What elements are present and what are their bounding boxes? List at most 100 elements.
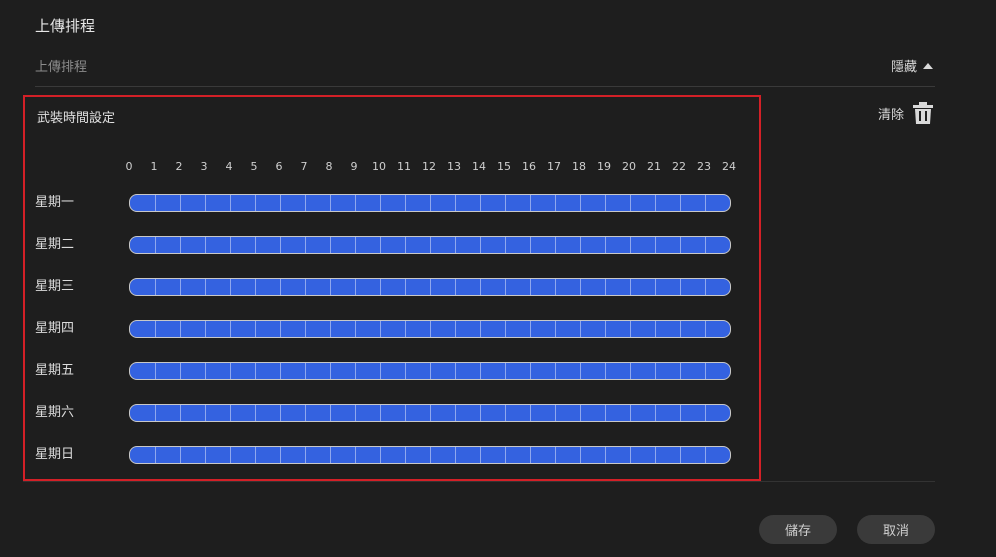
hour-divider <box>230 279 231 295</box>
hour-divider <box>355 279 356 295</box>
hour-divider <box>605 321 606 337</box>
clear-button[interactable]: 清除 <box>878 101 934 125</box>
hide-toggle-label: 隱藏 <box>890 60 917 75</box>
clear-label: 清除 <box>877 107 904 123</box>
hour-divider <box>705 447 706 463</box>
hour-divider <box>555 321 556 337</box>
day-timeline-bar[interactable] <box>129 404 731 422</box>
hour-divider <box>205 279 206 295</box>
hour-divider <box>280 279 281 295</box>
hour-divider <box>255 447 256 463</box>
hour-divider <box>330 195 331 211</box>
day-row: 星期一 <box>35 194 735 212</box>
hour-divider <box>580 405 581 421</box>
hour-label: 14 <box>472 160 486 173</box>
hour-divider <box>355 405 356 421</box>
day-timeline-bar[interactable] <box>129 446 731 464</box>
hour-divider <box>380 195 381 211</box>
hour-divider <box>155 195 156 211</box>
hour-divider <box>180 405 181 421</box>
hour-divider <box>505 447 506 463</box>
hour-divider <box>380 447 381 463</box>
hour-label: 3 <box>200 160 208 173</box>
day-row: 星期四 <box>35 320 735 338</box>
hour-divider <box>230 447 231 463</box>
hour-divider <box>655 447 656 463</box>
hour-divider <box>380 237 381 253</box>
hour-axis: 0 1 2 3 4 5 6 7 8 9 10 11 12 13 14 15 16 17 18 19 20 21 22 23 24 <box>126 160 737 176</box>
hour-label: 1 <box>150 160 158 173</box>
hour-divider <box>555 363 556 379</box>
hour-label: 19 <box>597 160 611 173</box>
day-timeline-bar[interactable] <box>129 194 731 212</box>
day-label: 星期二 <box>35 237 75 252</box>
hour-divider <box>255 237 256 253</box>
hour-divider <box>330 279 331 295</box>
hour-divider <box>255 363 256 379</box>
hour-divider <box>555 195 556 211</box>
day-timeline-bar[interactable] <box>129 362 731 380</box>
day-label: 星期四 <box>35 321 75 336</box>
hour-divider <box>455 195 456 211</box>
hour-divider <box>205 363 206 379</box>
hour-divider <box>430 195 431 211</box>
hour-divider <box>180 279 181 295</box>
hour-divider <box>630 195 631 211</box>
cancel-button[interactable]: 取消 <box>857 515 935 544</box>
hide-toggle[interactable]: 隱藏 <box>891 56 933 75</box>
day-row: 星期六 <box>35 404 735 422</box>
hour-divider <box>180 321 181 337</box>
day-row: 星期三 <box>35 278 735 296</box>
hour-divider <box>280 237 281 253</box>
hour-divider <box>555 279 556 295</box>
hour-divider <box>455 405 456 421</box>
hour-divider <box>155 363 156 379</box>
hour-divider <box>155 447 156 463</box>
hour-divider <box>705 237 706 253</box>
hour-divider <box>480 279 481 295</box>
hour-divider <box>430 237 431 253</box>
hour-divider <box>530 279 531 295</box>
hour-label: 4 <box>225 160 233 173</box>
day-timeline-bar[interactable] <box>129 278 731 296</box>
hour-divider <box>655 321 656 337</box>
hour-divider <box>505 363 506 379</box>
hour-label: 5 <box>250 160 258 173</box>
hour-divider <box>455 279 456 295</box>
day-timeline-bar[interactable] <box>129 320 731 338</box>
hour-divider <box>505 279 506 295</box>
hour-label: 12 <box>422 160 436 173</box>
hour-divider <box>180 195 181 211</box>
hour-divider <box>430 279 431 295</box>
hour-divider <box>155 279 156 295</box>
hour-divider <box>530 237 531 253</box>
hour-label: 21 <box>647 160 661 173</box>
hour-label: 7 <box>300 160 308 173</box>
hour-divider <box>580 447 581 463</box>
hour-divider <box>280 363 281 379</box>
hour-label: 20 <box>622 160 636 173</box>
day-label: 星期六 <box>35 405 75 420</box>
hour-label: 9 <box>350 160 358 173</box>
hour-divider <box>380 363 381 379</box>
hour-divider <box>305 363 306 379</box>
hour-label: 22 <box>672 160 686 173</box>
hour-divider <box>205 321 206 337</box>
hour-divider <box>480 363 481 379</box>
hour-divider <box>480 237 481 253</box>
hour-divider <box>355 363 356 379</box>
hour-divider <box>280 195 281 211</box>
hour-divider <box>580 321 581 337</box>
hour-divider <box>605 447 606 463</box>
hour-divider <box>580 237 581 253</box>
hour-divider <box>355 321 356 337</box>
hour-divider <box>580 195 581 211</box>
save-button[interactable]: 儲存 <box>759 515 837 544</box>
hour-divider <box>680 321 681 337</box>
hour-divider <box>155 237 156 253</box>
page: 上傳排程 上傳排程 隱藏 清除 武裝時間設定 0 1 2 3 4 5 6 7 8 9 10 11 12 1… <box>0 0 996 557</box>
hour-divider <box>505 195 506 211</box>
day-timeline-bar[interactable] <box>129 236 731 254</box>
day-row: 星期二 <box>35 236 735 254</box>
hour-divider <box>580 363 581 379</box>
